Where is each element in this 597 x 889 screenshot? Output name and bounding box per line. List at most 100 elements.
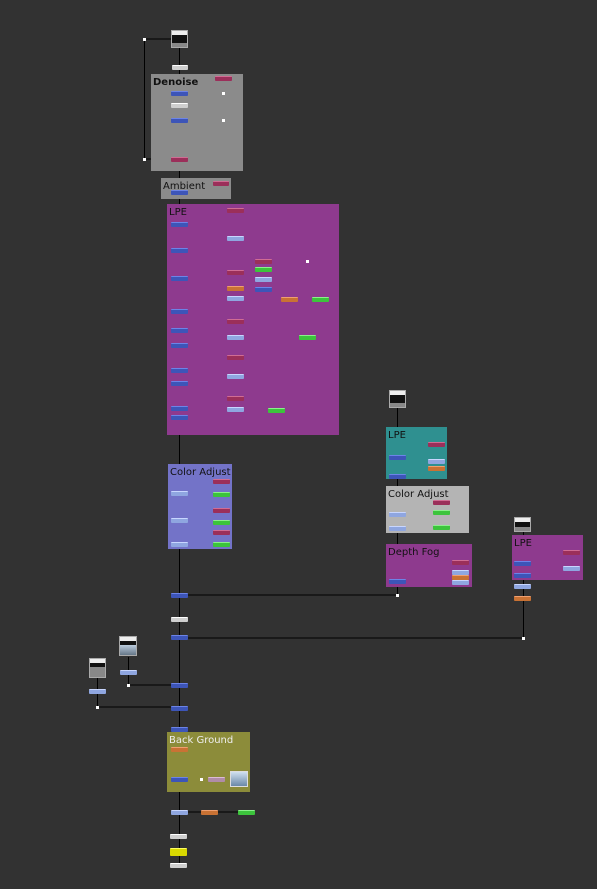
read-node-right-2[interactable] [514, 517, 531, 532]
node[interactable] [171, 635, 188, 640]
node[interactable] [255, 267, 272, 272]
node[interactable] [227, 396, 244, 401]
node[interactable] [255, 287, 272, 292]
node[interactable] [171, 118, 188, 123]
backdrop-lpe-teal[interactable]: LPE [386, 427, 447, 479]
node[interactable] [171, 368, 188, 373]
dot-node[interactable] [522, 637, 525, 640]
read-node-left-1[interactable] [119, 636, 137, 656]
dot-node[interactable] [222, 119, 225, 122]
dot-node[interactable] [222, 92, 225, 95]
node[interactable] [433, 525, 450, 530]
node[interactable] [172, 65, 188, 70]
read-node-top[interactable] [171, 30, 188, 48]
node[interactable] [389, 512, 406, 517]
dot-node[interactable] [96, 706, 99, 709]
backdrop-color-adjust-main[interactable]: Color Adjust [168, 464, 232, 549]
node[interactable] [171, 542, 188, 547]
node[interactable] [171, 309, 188, 314]
dot-node[interactable] [306, 260, 309, 263]
node[interactable] [299, 335, 316, 340]
node[interactable] [227, 374, 244, 379]
image-thumbnail-icon[interactable] [230, 771, 248, 787]
node[interactable] [89, 689, 106, 694]
backdrop-denoise[interactable]: Denoise [151, 74, 243, 171]
node[interactable] [227, 236, 244, 241]
node[interactable] [213, 520, 230, 525]
node[interactable] [213, 492, 230, 497]
node[interactable] [171, 343, 188, 348]
node[interactable] [281, 297, 298, 302]
node[interactable] [255, 259, 272, 264]
node[interactable] [268, 408, 285, 413]
node[interactable] [171, 381, 188, 386]
node[interactable] [171, 328, 188, 333]
node[interactable] [171, 190, 188, 195]
node[interactable] [171, 617, 188, 622]
node[interactable] [171, 518, 188, 523]
node[interactable] [452, 580, 469, 585]
node[interactable] [213, 542, 230, 547]
node[interactable] [171, 727, 188, 732]
node[interactable] [170, 848, 187, 856]
dot-node[interactable] [200, 778, 203, 781]
node[interactable] [208, 777, 225, 782]
node[interactable] [171, 777, 188, 782]
node[interactable] [514, 573, 531, 578]
node[interactable] [428, 466, 445, 471]
node[interactable] [255, 277, 272, 282]
node[interactable] [170, 863, 187, 868]
node[interactable] [171, 157, 188, 162]
node[interactable] [389, 455, 406, 460]
node[interactable] [428, 442, 445, 447]
node[interactable] [312, 297, 329, 302]
node[interactable] [171, 491, 188, 496]
node[interactable] [227, 270, 244, 275]
node[interactable] [227, 355, 244, 360]
node[interactable] [227, 286, 244, 291]
node[interactable] [433, 510, 450, 515]
dot-node[interactable] [396, 594, 399, 597]
node[interactable] [171, 91, 188, 96]
node[interactable] [171, 276, 188, 281]
node[interactable] [563, 566, 580, 571]
node[interactable] [171, 810, 188, 815]
node[interactable] [563, 550, 580, 555]
node[interactable] [389, 474, 406, 479]
node[interactable] [227, 335, 244, 340]
node[interactable] [171, 747, 188, 752]
backdrop-lpe-main[interactable]: LPE [167, 204, 339, 435]
node[interactable] [433, 500, 450, 505]
node[interactable] [452, 560, 469, 565]
node[interactable] [514, 561, 531, 566]
node[interactable] [201, 810, 218, 815]
node[interactable] [389, 579, 406, 584]
node[interactable] [389, 526, 406, 531]
read-node-left-2[interactable] [89, 658, 106, 678]
node[interactable] [213, 530, 230, 535]
dot-node[interactable] [143, 38, 146, 41]
node[interactable] [514, 584, 531, 589]
node-graph-canvas[interactable]: Denoise Ambient LPE Color Adjust LPE Col… [0, 0, 597, 889]
node[interactable] [171, 415, 188, 420]
node[interactable] [120, 670, 137, 675]
node[interactable] [227, 208, 244, 213]
node[interactable] [171, 222, 188, 227]
node[interactable] [238, 810, 255, 815]
read-node-right-1[interactable] [389, 390, 406, 408]
node[interactable] [514, 596, 531, 601]
node[interactable] [171, 706, 188, 711]
node[interactable] [227, 296, 244, 301]
node[interactable] [227, 407, 244, 412]
node[interactable] [213, 479, 230, 484]
node[interactable] [171, 406, 188, 411]
node[interactable] [428, 459, 445, 464]
node[interactable] [171, 683, 188, 688]
node[interactable] [215, 76, 232, 81]
node[interactable] [171, 593, 188, 598]
node[interactable] [213, 508, 230, 513]
dot-node[interactable] [143, 158, 146, 161]
node[interactable] [213, 181, 229, 186]
node[interactable] [171, 103, 188, 108]
node[interactable] [227, 319, 244, 324]
